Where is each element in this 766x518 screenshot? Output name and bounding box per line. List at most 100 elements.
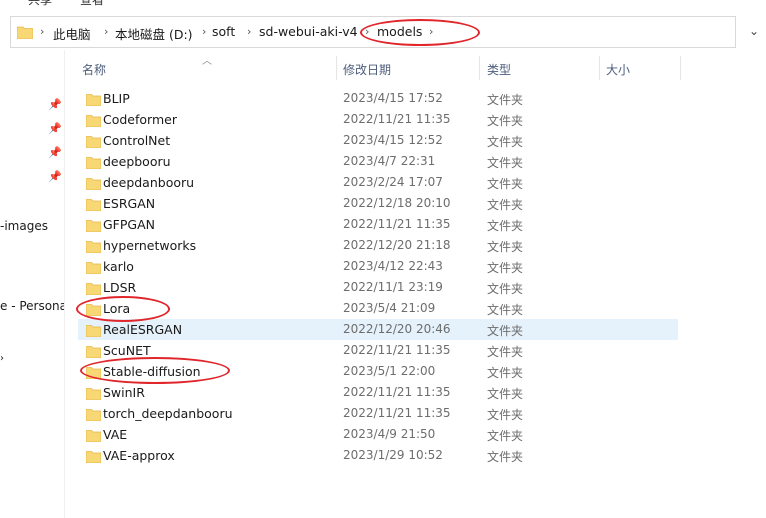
file-type: 文件夹 bbox=[487, 240, 524, 254]
file-type: 文件夹 bbox=[487, 429, 524, 443]
column-divider[interactable] bbox=[479, 56, 480, 80]
file-type: 文件夹 bbox=[487, 303, 524, 317]
file-name: ESRGAN bbox=[103, 196, 156, 211]
file-name: SwinIR bbox=[103, 385, 145, 400]
file-date: 2022/11/1 23:19 bbox=[343, 280, 443, 294]
file-date: 2022/12/18 20:10 bbox=[343, 196, 451, 210]
folder-icon bbox=[85, 217, 102, 236]
table-row[interactable]: deepbooru 2023/4/7 22:31 文件夹 bbox=[78, 151, 678, 172]
nav-expand-icon[interactable]: › bbox=[0, 353, 4, 364]
breadcrumb-separator-icon[interactable]: › bbox=[429, 25, 433, 38]
file-date: 2023/5/1 22:00 bbox=[343, 364, 436, 378]
column-header-name[interactable]: 名称 bbox=[82, 61, 106, 78]
pin-icon[interactable]: 📌 bbox=[48, 122, 62, 135]
file-name: LDSR bbox=[103, 280, 137, 295]
file-date: 2023/4/7 22:31 bbox=[343, 154, 436, 168]
navigation-pane: 📌 📌 📌 📌 -images e - Persona › bbox=[0, 50, 65, 518]
column-header-size[interactable]: 大小 bbox=[606, 61, 630, 78]
folder-icon bbox=[85, 133, 102, 152]
file-name: Lora bbox=[103, 301, 131, 316]
file-date: 2023/4/15 17:52 bbox=[343, 91, 443, 105]
table-row[interactable]: LDSR 2022/11/1 23:19 文件夹 bbox=[78, 277, 678, 298]
pin-icon[interactable]: 📌 bbox=[48, 98, 62, 111]
folder-icon bbox=[85, 343, 102, 362]
address-bar[interactable]: › 此电脑 › 本地磁盘 (D:) › soft › sd-webui-aki-… bbox=[10, 16, 759, 48]
nav-item-images[interactable]: -images bbox=[0, 219, 48, 233]
table-row[interactable]: ScuNET 2022/11/21 11:35 文件夹 bbox=[78, 340, 678, 361]
table-row[interactable]: hypernetworks 2022/12/20 21:18 文件夹 bbox=[78, 235, 678, 256]
table-row[interactable]: SwinIR 2022/11/21 11:35 文件夹 bbox=[78, 382, 678, 403]
table-row[interactable]: ESRGAN 2022/12/18 20:10 文件夹 bbox=[78, 193, 678, 214]
column-divider[interactable] bbox=[680, 56, 681, 80]
table-row[interactable]: deepdanbooru 2023/2/24 17:07 文件夹 bbox=[78, 172, 678, 193]
breadcrumb-separator-icon[interactable]: › bbox=[104, 25, 108, 38]
chevron-down-icon[interactable]: ⌄ bbox=[749, 24, 759, 38]
file-name: VAE-approx bbox=[103, 448, 175, 463]
tab-view[interactable]: 查看 bbox=[80, 0, 104, 6]
file-name: VAE bbox=[103, 427, 128, 442]
folder-icon bbox=[85, 280, 102, 299]
breadcrumb-separator-icon[interactable]: › bbox=[40, 25, 44, 38]
file-type: 文件夹 bbox=[487, 135, 524, 149]
file-date: 2022/11/21 11:35 bbox=[343, 112, 451, 126]
folder-icon bbox=[85, 91, 102, 110]
column-divider[interactable] bbox=[336, 56, 337, 80]
folder-icon bbox=[85, 385, 102, 404]
column-header: ︿ 名称 修改日期 类型 大小 bbox=[78, 56, 688, 82]
table-row[interactable]: Lora 2023/5/4 21:09 文件夹 bbox=[78, 298, 678, 319]
file-name: deepdanbooru bbox=[103, 175, 195, 190]
file-date: 2023/4/15 12:52 bbox=[343, 133, 443, 147]
table-row[interactable]: VAE 2023/4/9 21:50 文件夹 bbox=[78, 424, 678, 445]
table-row[interactable]: RealESRGAN 2022/12/20 20:46 文件夹 bbox=[78, 319, 678, 340]
file-name: deepbooru bbox=[103, 154, 171, 169]
file-name: ScuNET bbox=[103, 343, 151, 358]
folder-icon bbox=[85, 448, 102, 467]
column-divider[interactable] bbox=[599, 56, 600, 80]
table-row[interactable]: Stable-diffusion 2023/5/1 22:00 文件夹 bbox=[78, 361, 678, 382]
file-type: 文件夹 bbox=[487, 219, 524, 233]
table-row[interactable]: ControlNet 2023/4/15 12:52 文件夹 bbox=[78, 130, 678, 151]
sort-up-icon: ︿ bbox=[202, 56, 212, 67]
file-date: 2022/11/21 11:35 bbox=[343, 217, 451, 231]
breadcrumb-separator-icon[interactable]: › bbox=[247, 25, 251, 38]
breadcrumb-models[interactable]: models bbox=[377, 24, 422, 39]
breadcrumb-sd-webui[interactable]: sd-webui-aki-v4 bbox=[259, 24, 358, 39]
folder-icon bbox=[85, 301, 102, 320]
file-date: 2022/12/20 21:18 bbox=[343, 238, 451, 252]
file-type: 文件夹 bbox=[487, 324, 524, 338]
file-type: 文件夹 bbox=[487, 177, 524, 191]
nav-item-personal[interactable]: e - Persona bbox=[0, 299, 64, 313]
file-date: 2022/11/21 11:35 bbox=[343, 343, 451, 357]
file-date: 2023/4/12 22:43 bbox=[343, 259, 443, 273]
file-date: 2022/11/21 11:35 bbox=[343, 385, 451, 399]
file-type: 文件夹 bbox=[487, 387, 524, 401]
pin-icon[interactable]: 📌 bbox=[48, 146, 62, 159]
breadcrumb-drive-d[interactable]: 本地磁盘 (D:) bbox=[115, 24, 193, 43]
column-header-date[interactable]: 修改日期 bbox=[343, 61, 391, 78]
folder-icon bbox=[85, 427, 102, 446]
file-name: ControlNet bbox=[103, 133, 171, 148]
file-name: Stable-diffusion bbox=[103, 364, 201, 379]
column-header-type[interactable]: 类型 bbox=[487, 61, 511, 78]
folder-icon bbox=[85, 154, 102, 173]
pin-icon[interactable]: 📌 bbox=[48, 170, 62, 183]
file-name: GFPGAN bbox=[103, 217, 156, 232]
file-name: karlo bbox=[103, 259, 134, 274]
file-date: 2023/2/24 17:07 bbox=[343, 175, 443, 189]
table-row[interactable]: BLIP 2023/4/15 17:52 文件夹 bbox=[78, 88, 678, 109]
breadcrumb-separator-icon[interactable]: › bbox=[202, 25, 206, 38]
breadcrumb-separator-icon[interactable]: › bbox=[365, 25, 369, 38]
breadcrumb-this-pc[interactable]: 此电脑 bbox=[53, 24, 91, 43]
file-type: 文件夹 bbox=[487, 261, 524, 275]
file-date: 2023/5/4 21:09 bbox=[343, 301, 436, 315]
tab-share[interactable]: 共享 bbox=[28, 0, 52, 6]
table-row[interactable]: torch_deepdanbooru 2022/11/21 11:35 文件夹 bbox=[78, 403, 678, 424]
file-name: BLIP bbox=[103, 91, 130, 106]
folder-icon bbox=[85, 322, 102, 341]
table-row[interactable]: GFPGAN 2022/11/21 11:35 文件夹 bbox=[78, 214, 678, 235]
table-row[interactable]: VAE-approx 2023/1/29 10:52 文件夹 bbox=[78, 445, 678, 466]
table-row[interactable]: Codeformer 2022/11/21 11:35 文件夹 bbox=[78, 109, 678, 130]
folder-icon bbox=[85, 196, 102, 215]
breadcrumb-soft[interactable]: soft bbox=[212, 24, 235, 39]
table-row[interactable]: karlo 2023/4/12 22:43 文件夹 bbox=[78, 256, 678, 277]
